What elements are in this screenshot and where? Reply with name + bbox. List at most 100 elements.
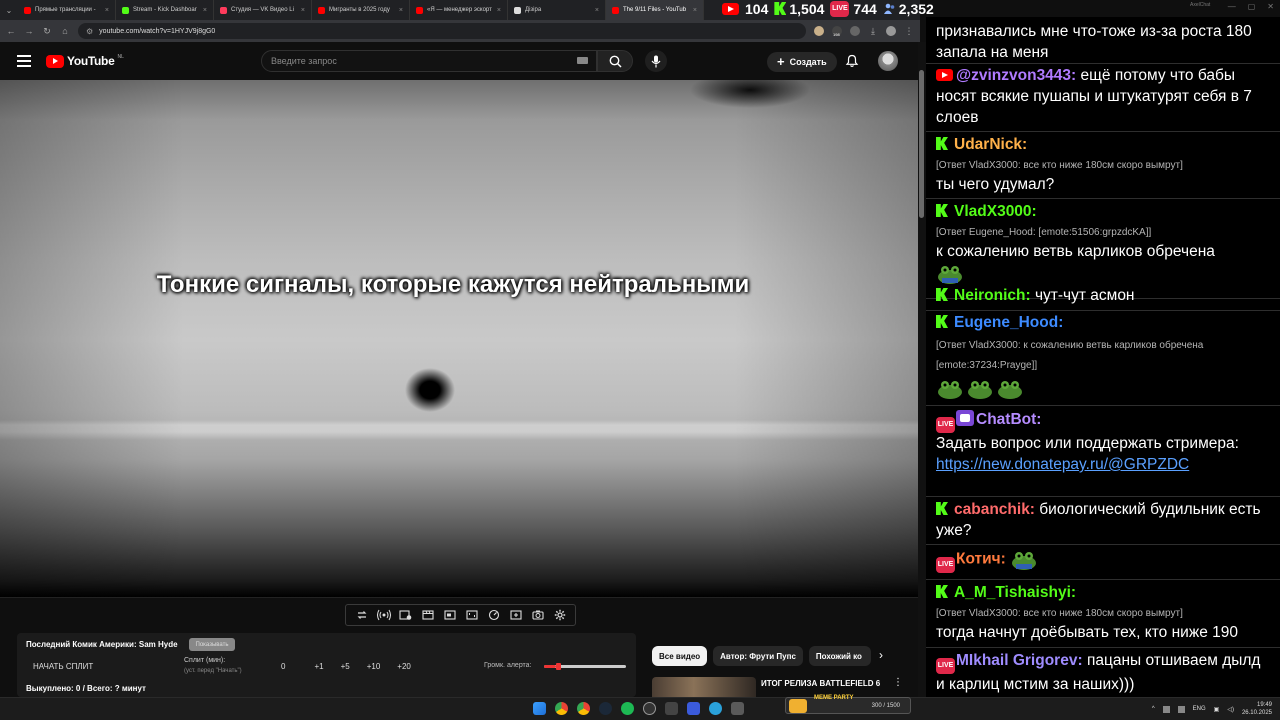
bell-icon[interactable] [845,54,859,68]
explorer-icon[interactable] [731,702,744,715]
obs-icon[interactable] [643,702,656,715]
browser-tab[interactable]: Мигранты в 2025 году × [312,0,410,20]
scrollbar-thumb[interactable] [919,70,924,218]
cinema-icon[interactable] [396,606,415,624]
close-icon[interactable]: × [595,7,599,14]
extension-icon[interactable] [850,26,860,36]
close-icon[interactable]: × [693,7,697,14]
chat-message: @zvinzvon3443: ещё потому что бабы носят… [936,65,1272,128]
volume-icon[interactable]: ◁) [1227,706,1234,713]
loop-icon[interactable] [352,606,371,624]
screenshot-icon[interactable] [528,606,547,624]
increment-button[interactable]: +10 [367,662,381,671]
kick-icon [936,137,948,150]
alert-volume-slider[interactable] [544,663,626,670]
extension-icon[interactable]: 198 [832,26,842,37]
expand-icon[interactable] [462,606,481,624]
search-button[interactable] [597,50,633,72]
app-icon[interactable] [665,702,678,715]
chat-username: VladX3000: [954,203,1037,220]
chat-separator [926,131,1280,132]
close-icon[interactable]: × [497,7,501,14]
menu-icon[interactable] [17,55,31,67]
download-icon[interactable]: ⤓ [868,26,878,37]
extension-badge: 198 [833,32,840,37]
slider-thumb[interactable] [556,663,562,670]
chip-similar[interactable]: Похожий ко [808,646,871,666]
chrome-alt-icon[interactable] [577,702,590,715]
spotify-icon[interactable] [621,702,634,715]
profile-icon[interactable] [886,26,896,36]
voice-search-button[interactable] [645,50,667,72]
speed-icon[interactable] [484,606,503,624]
increment-button[interactable]: +5 [341,662,350,671]
steam-icon[interactable] [599,702,612,715]
browser-tab[interactable]: Дiзiра × [508,0,606,20]
microphone-icon [651,55,661,67]
home-icon[interactable]: ⌂ [60,26,70,36]
close-icon[interactable]: × [203,7,207,14]
video-player[interactable]: Тонкие сигналы, которые кажутся нейтраль… [0,80,918,597]
recommended-thumbnail[interactable] [652,677,756,697]
stat-value: 1,504 [789,0,825,17]
message-text: Задать вопрос или поддержать стримера: [936,435,1239,452]
close-icon[interactable]: ✕ [1267,2,1274,11]
chrome-icon[interactable] [555,702,568,715]
address-bar[interactable]: ⚙ youtube.com/watch?v=1HYJV9j8gG0 [78,23,806,39]
picture-in-picture-icon[interactable] [440,606,459,624]
reload-icon[interactable]: ↻ [42,26,52,37]
windows-start-icon[interactable] [533,702,546,715]
chat-message: A_M_Tishaishyi: [Ответ VladX3000: все кт… [936,582,1272,643]
tray-app-icon[interactable] [1162,705,1170,713]
browser-tab[interactable]: «Я — менеджер эскорт × [410,0,508,20]
tray-chevron-icon[interactable]: ^ [1152,706,1155,712]
telegram-icon[interactable] [709,702,722,715]
audio-boost-icon[interactable] [374,606,393,624]
network-icon[interactable]: ▣ [1214,706,1220,713]
reply-reference: [Ответ VladX3000: к сожалению ветвь карл… [936,340,1204,371]
stat-youtube: 104 [722,1,768,17]
site-info-icon[interactable]: ⚙ [86,27,93,36]
film-icon[interactable] [418,606,437,624]
youtube-logo[interactable]: YouTube NL [46,54,124,68]
increment-button[interactable]: +20 [397,662,411,671]
minimize-icon[interactable]: — [1228,2,1236,11]
search-input[interactable]: Введите запрос [261,50,597,72]
language-indicator[interactable]: ENG [1193,706,1206,712]
close-icon[interactable]: × [301,7,305,14]
chip-author[interactable]: Автор: Фрути Пупс [713,646,803,666]
back-icon[interactable]: ← [6,26,16,36]
extension-icon[interactable] [814,26,824,36]
show-button[interactable]: Показывать [189,638,235,651]
keyboard-icon[interactable] [577,57,588,64]
tray-app-icon[interactable] [1177,705,1185,713]
avatar[interactable] [878,51,898,71]
browser-tab-active[interactable]: The 9/11 Files - YouTub × [606,0,704,20]
browser-tab[interactable]: Прямые трансляции - × [18,0,116,20]
tab-label: Stream - Kick Dashboar [133,7,197,13]
add-frame-icon[interactable] [506,606,525,624]
close-icon[interactable]: × [399,7,403,14]
create-button[interactable]: + Создать [767,52,837,72]
increment-button[interactable]: +1 [314,662,323,671]
stat-value: 2,352 [898,0,934,17]
chip-all-videos[interactable]: Все видео [652,646,708,666]
reply-reference: [Ответ VladX3000: все кто ниже 180см ско… [936,608,1183,619]
donate-link[interactable]: https://new.donatepay.ru/@GRPZDC [936,456,1189,473]
maximize-icon[interactable]: ▢ [1248,2,1256,11]
chat-window-title: AxelChat [1190,2,1211,8]
start-split-button[interactable]: НАЧАТЬ СПЛИТ [33,662,93,671]
browser-tab[interactable]: Студия — VK Видео Li × [214,0,312,20]
media-player-icon[interactable] [687,702,700,715]
tab-search-icon[interactable]: ⌄ [0,0,18,20]
chevron-right-icon[interactable]: › [879,648,883,662]
gear-icon[interactable] [550,606,569,624]
more-options-icon[interactable]: ⋮ [893,677,903,688]
forward-icon[interactable]: → [24,26,34,36]
menu-icon[interactable]: ⋮ [904,26,914,37]
recommended-title[interactable]: ИТОГ РЕЛИЗА BATTLEFIELD 6 [761,679,880,688]
search-icon [609,55,622,68]
close-icon[interactable]: × [105,7,109,14]
clock[interactable]: 19:49 26.10.2025 [1242,701,1272,717]
browser-tab[interactable]: Stream - Kick Dashboar × [116,0,214,20]
